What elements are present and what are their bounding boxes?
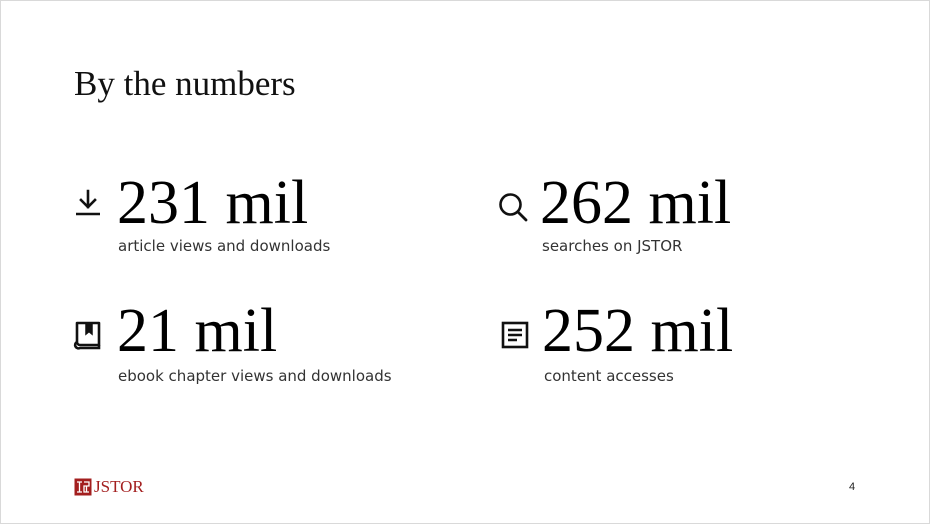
page-number: 4 <box>849 481 856 493</box>
stat-value: 231 mil <box>117 169 309 237</box>
stat-caption: content accesses <box>544 367 674 385</box>
search-icon <box>497 191 529 223</box>
stat-value: 21 mil <box>117 297 278 365</box>
stat-caption: ebook chapter views and downloads <box>118 367 392 385</box>
download-icon <box>72 187 104 219</box>
jstor-wordmark: JSTOR <box>94 477 144 496</box>
stat-caption: searches on JSTOR <box>542 237 683 255</box>
stat-value: 262 mil <box>540 169 732 237</box>
slide: By the numbers 231 mil article views and… <box>0 0 930 524</box>
jstor-logo: JSTOR <box>74 477 144 497</box>
document-icon <box>499 319 531 351</box>
book-icon <box>72 319 104 351</box>
stat-caption: article views and downloads <box>118 237 331 255</box>
stat-value: 252 mil <box>542 297 734 365</box>
slide-title: By the numbers <box>74 64 296 103</box>
jstor-seal-icon <box>74 478 92 496</box>
